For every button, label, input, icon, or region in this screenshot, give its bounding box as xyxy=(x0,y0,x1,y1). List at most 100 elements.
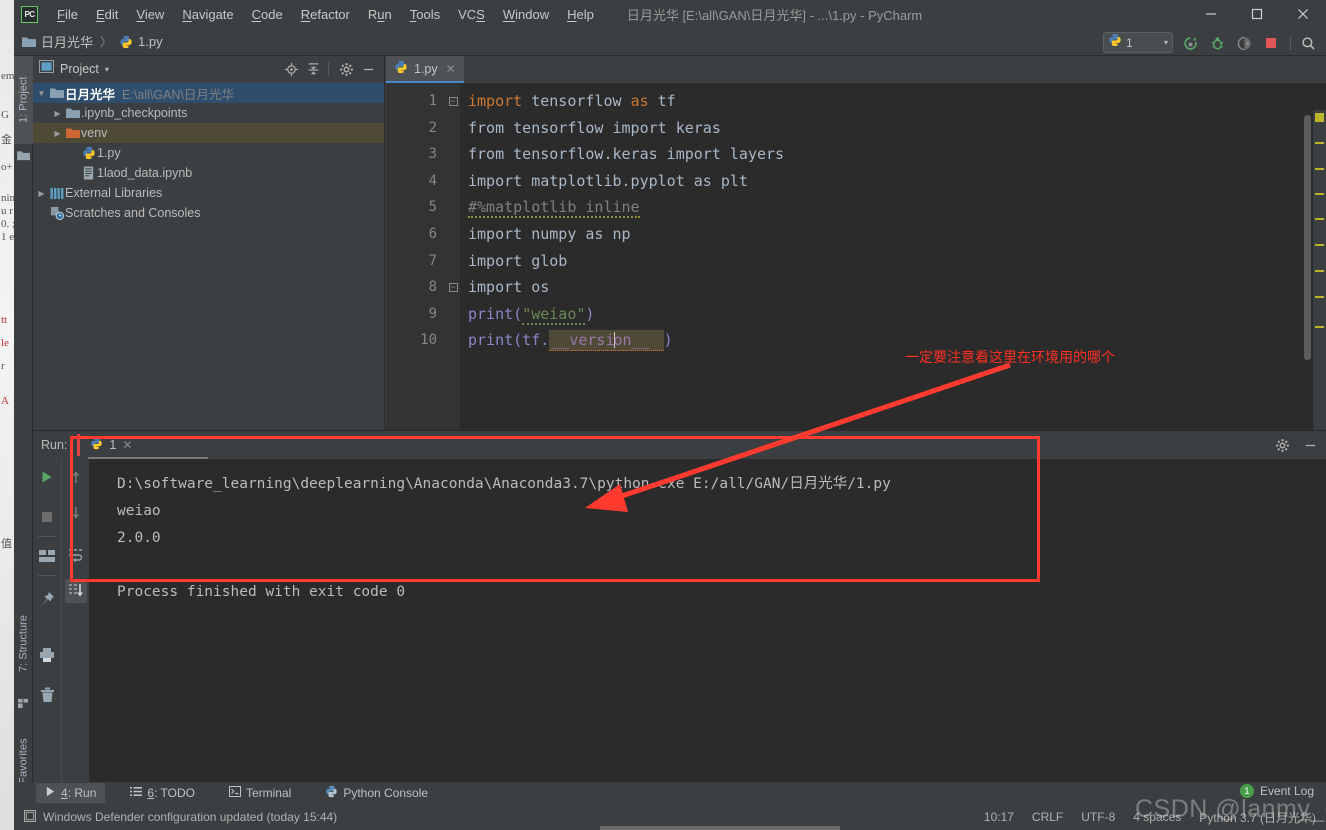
status-indent[interactable]: 4 spaces xyxy=(1133,810,1181,824)
python-icon xyxy=(1108,33,1122,52)
warning-marker[interactable] xyxy=(1315,270,1324,272)
run-tab-1[interactable]: 1 ✕ xyxy=(90,437,132,453)
code-line-4: import matplotlib.pyplot as plt xyxy=(468,171,748,190)
code-selected-token[interactable]: __version__ xyxy=(549,330,664,352)
line-number: 10 xyxy=(420,332,437,349)
bottom-tab-terminal[interactable]: Terminal xyxy=(220,783,300,803)
soft-wrap-icon[interactable] xyxy=(65,543,87,567)
breadcrumb-project[interactable]: 日月光华 xyxy=(22,32,93,51)
code-line-2: from tensorflow import keras xyxy=(468,118,721,137)
print-icon[interactable] xyxy=(36,643,58,667)
window-controls xyxy=(1188,0,1326,28)
menu-item-tools[interactable]: Tools xyxy=(401,4,449,25)
line-number: 9 xyxy=(428,305,437,322)
tree-row-external-libraries[interactable]: ▶ External Libraries xyxy=(33,183,384,203)
menu-item-code[interactable]: Code xyxy=(243,4,292,25)
line-number: 6 xyxy=(428,225,437,242)
run-panel-label: Run: xyxy=(41,438,68,452)
fold-gutter[interactable]: − − xyxy=(446,83,460,430)
status-encoding[interactable]: UTF-8 xyxy=(1081,810,1115,824)
warning-marker[interactable] xyxy=(1315,296,1324,298)
locate-icon[interactable] xyxy=(281,59,301,79)
sidebar-item-structure[interactable]: 7: Structure xyxy=(14,596,33,692)
close-icon[interactable] xyxy=(1280,0,1326,28)
debug-icon[interactable] xyxy=(1207,33,1227,53)
editor-vertical-scrollbar[interactable] xyxy=(1304,115,1311,360)
bottom-tab-run[interactable]: 4: Run xyxy=(36,783,106,803)
minimize-icon[interactable] xyxy=(1188,0,1234,28)
tree-row-scratches[interactable]: Scratches and Consoles xyxy=(33,203,384,223)
menu-item-navigate[interactable]: Navigate xyxy=(173,4,242,25)
fold-marker[interactable]: − xyxy=(446,274,460,301)
warning-marker[interactable] xyxy=(1315,218,1324,220)
chevron-right-icon[interactable]: ▶ xyxy=(51,129,64,138)
layout-icon[interactable] xyxy=(36,544,58,568)
hide-panel-icon[interactable] xyxy=(358,59,378,79)
warning-marker[interactable] xyxy=(1315,168,1324,170)
breadcrumb-separator: 〉 xyxy=(100,35,113,49)
menu-item-edit[interactable]: Edit xyxy=(87,4,127,25)
code-area[interactable]: 1 2 3 4 5 6 7 8 9 10 − − import tensorfl… xyxy=(386,83,1326,430)
hide-panel-icon[interactable] xyxy=(1300,435,1320,455)
tree-row-ipynb-checkpoints[interactable]: ▶ .ipynb_checkpoints xyxy=(33,103,384,123)
sidebar-item-project[interactable]: 1: Project xyxy=(14,56,33,144)
code-text[interactable]: import tensorflow as tf from tensorflow … xyxy=(460,83,1326,430)
search-everywhere-icon[interactable] xyxy=(1298,33,1318,53)
bottom-tab-todo[interactable]: 6: TODO xyxy=(121,783,204,803)
warning-marker[interactable] xyxy=(1315,193,1324,195)
maximize-icon[interactable] xyxy=(1234,0,1280,28)
run-console-output[interactable]: D:\software_learning\deeplearning\Anacon… xyxy=(89,459,1326,785)
background-window-scrollbar[interactable] xyxy=(600,826,840,830)
status-line-separator[interactable]: CRLF xyxy=(1032,810,1063,824)
chevron-right-icon[interactable]: ▶ xyxy=(35,189,48,198)
status-interpreter[interactable]: Python 3.7 (日月光华) xyxy=(1199,809,1316,826)
chevron-right-icon[interactable]: ▶ xyxy=(51,109,64,118)
gear-icon[interactable] xyxy=(1272,435,1292,455)
editor-marker-strip[interactable] xyxy=(1313,110,1326,430)
fold-marker[interactable]: − xyxy=(446,88,460,115)
pin-icon[interactable] xyxy=(36,587,58,611)
menu-item-view[interactable]: View xyxy=(127,4,173,25)
rerun-icon[interactable] xyxy=(1180,33,1200,53)
collapse-all-icon[interactable] xyxy=(303,59,323,79)
line-number-gutter: 1 2 3 4 5 6 7 8 9 10 xyxy=(386,83,446,430)
up-arrow-icon[interactable] xyxy=(65,465,87,489)
code-keyword: as xyxy=(630,92,649,110)
run-configuration-selector[interactable]: 1 ▾ xyxy=(1103,32,1173,53)
warning-marker[interactable] xyxy=(1315,244,1324,246)
menu-item-window[interactable]: Window xyxy=(494,4,558,25)
down-arrow-icon[interactable] xyxy=(65,501,87,525)
code-line-10: print(tf. __version__) xyxy=(468,330,673,352)
breadcrumb-file[interactable]: 1.py xyxy=(119,34,163,49)
folder-icon xyxy=(17,148,30,166)
editor-tab-1py[interactable]: 1.py ✕ xyxy=(386,56,464,83)
run-icon[interactable] xyxy=(36,465,58,489)
menu-item-run[interactable]: Run xyxy=(359,4,401,25)
line-number: 2 xyxy=(428,119,437,136)
bottom-tab-python-console[interactable]: Python Console xyxy=(316,783,437,803)
folder-icon xyxy=(48,87,65,99)
chevron-down-icon[interactable]: ▼ xyxy=(35,89,48,98)
trash-icon[interactable] xyxy=(36,683,58,707)
tree-row-project-root[interactable]: ▼ 日月光华 E:\all\GAN\日月光华 xyxy=(33,83,384,103)
close-icon[interactable]: ✕ xyxy=(122,438,132,452)
stop-icon[interactable] xyxy=(36,505,58,529)
menu-item-refactor[interactable]: Refactor xyxy=(292,4,359,25)
warning-marker[interactable] xyxy=(1315,326,1324,328)
tree-row-venv[interactable]: ▶ venv xyxy=(33,123,384,143)
stop-icon[interactable] xyxy=(1261,33,1281,53)
warning-summary-marker[interactable] xyxy=(1315,113,1324,122)
tree-row-notebook[interactable]: 1laod_data.ipynb xyxy=(33,163,384,183)
scroll-to-end-icon[interactable] xyxy=(64,579,87,603)
menu-item-help[interactable]: Help xyxy=(558,4,603,25)
tree-row-label: External Libraries xyxy=(65,186,163,200)
event-log-button[interactable]: 1 Event Log xyxy=(1239,784,1314,798)
warning-marker[interactable] xyxy=(1315,142,1324,144)
gear-icon[interactable] xyxy=(336,59,356,79)
tree-row-1py[interactable]: 1.py xyxy=(33,143,384,163)
menu-item-vcs[interactable]: VCS xyxy=(449,4,494,25)
close-icon[interactable]: ✕ xyxy=(446,62,456,76)
status-caret-position[interactable]: 10:17 xyxy=(984,810,1014,824)
menu-item-file[interactable]: File xyxy=(48,4,87,25)
coverage-icon[interactable] xyxy=(1234,33,1254,53)
